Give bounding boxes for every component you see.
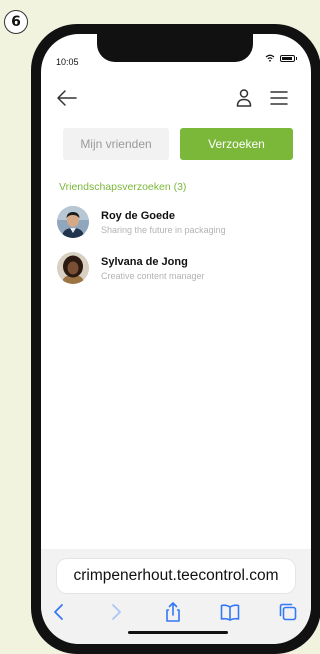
phone-screen: 10:05 Mijn vrienden Verzoeken Vriendscha… bbox=[41, 34, 311, 644]
phone-notch bbox=[97, 34, 253, 62]
share-icon[interactable] bbox=[162, 601, 184, 623]
browser-bar: crimpenerhout.teecontrol.com bbox=[41, 549, 311, 644]
app-nav-bar bbox=[41, 86, 311, 110]
back-arrow-icon[interactable] bbox=[55, 86, 79, 110]
wifi-icon bbox=[265, 54, 275, 62]
phone-frame: 10:05 Mijn vrienden Verzoeken Vriendscha… bbox=[31, 24, 320, 654]
request-name: Sylvana de Jong bbox=[101, 255, 188, 268]
avatar bbox=[57, 206, 89, 238]
step-number-badge: 6 bbox=[4, 10, 28, 34]
friend-request-item[interactable]: Roy de Goede Sharing the future in packa… bbox=[57, 204, 287, 240]
tab-my-friends[interactable]: Mijn vrienden bbox=[63, 128, 169, 160]
status-icons bbox=[265, 54, 297, 62]
hamburger-menu-icon[interactable] bbox=[267, 86, 291, 110]
address-bar[interactable]: crimpenerhout.teecontrol.com bbox=[57, 559, 295, 593]
home-indicator bbox=[128, 631, 228, 634]
bookmarks-icon[interactable] bbox=[219, 601, 241, 623]
request-name: Roy de Goede bbox=[101, 209, 175, 222]
battery-icon bbox=[280, 54, 297, 62]
friend-requests-heading: Vriendschapsverzoeken (3) bbox=[59, 181, 187, 193]
friend-request-item[interactable]: Sylvana de Jong Creative content manager bbox=[57, 250, 287, 286]
avatar bbox=[57, 252, 89, 284]
url-text: crimpenerhout.teecontrol.com bbox=[73, 567, 279, 584]
request-subtitle: Sharing the future in packaging bbox=[101, 224, 226, 235]
request-subtitle: Creative content manager bbox=[101, 270, 205, 281]
user-icon[interactable] bbox=[233, 86, 255, 110]
tab-requests[interactable]: Verzoeken bbox=[180, 128, 293, 160]
forward-icon[interactable] bbox=[105, 601, 127, 623]
tabs-icon[interactable] bbox=[277, 601, 299, 623]
back-icon[interactable] bbox=[48, 601, 70, 623]
status-time: 10:05 bbox=[56, 57, 79, 67]
